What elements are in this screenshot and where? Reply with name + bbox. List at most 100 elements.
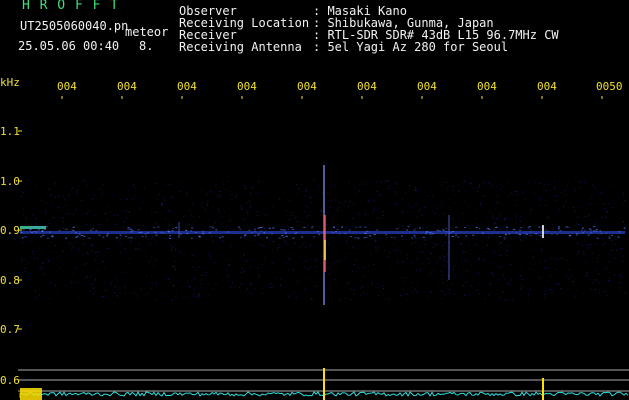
- noise-speck: [326, 192, 328, 194]
- noise-speck: [452, 266, 454, 268]
- noise-speck: [508, 194, 510, 196]
- noise-speck: [345, 226, 347, 228]
- noise-speck: [467, 224, 469, 226]
- noise-speck: [177, 185, 179, 187]
- noise-speck: [35, 184, 37, 186]
- noise-speck: [368, 199, 369, 201]
- noise-speck: [25, 218, 27, 220]
- mode-label: meteor: [125, 25, 169, 39]
- noise-speck: [285, 263, 287, 265]
- noise-speck: [464, 294, 466, 296]
- noise-speck: [299, 246, 301, 248]
- noise-speck: [120, 198, 122, 200]
- noise-speck: [365, 213, 367, 215]
- carrier-speck: [569, 235, 572, 237]
- noise-speck: [56, 278, 58, 280]
- noise-speck: [462, 251, 464, 253]
- noise-speck: [489, 262, 491, 264]
- carrier-speck: [239, 228, 242, 230]
- carrier-speck: [137, 229, 140, 231]
- carrier-speck: [29, 228, 32, 230]
- noise-speck: [304, 195, 306, 197]
- noise-speck: [396, 240, 398, 242]
- noise-speck: [395, 191, 396, 193]
- noise-speck: [34, 257, 36, 259]
- carrier-speck: [565, 226, 568, 228]
- noise-speck: [550, 289, 551, 290]
- noise-speck: [303, 243, 305, 245]
- noise-speck: [41, 253, 42, 255]
- noise-speck: [247, 226, 249, 228]
- noise-speck: [416, 258, 418, 260]
- noise-speck: [441, 204, 442, 206]
- noise-speck: [498, 215, 500, 217]
- noise-speck: [403, 280, 404, 282]
- noise-speck: [357, 266, 359, 268]
- noise-speck: [85, 263, 87, 265]
- noise-speck: [201, 207, 203, 208]
- noise-speck: [245, 290, 247, 292]
- noise-speck: [198, 296, 200, 298]
- carrier-speck: [180, 233, 182, 235]
- noise-speck: [608, 202, 610, 204]
- noise-speck: [398, 251, 400, 253]
- noise-speck: [175, 266, 176, 268]
- noise-speck: [160, 203, 162, 205]
- noise-speck: [611, 239, 613, 241]
- noise-speck: [142, 224, 144, 226]
- carrier-speck: [271, 233, 274, 235]
- carrier-speck: [132, 230, 135, 232]
- noise-speck: [22, 192, 24, 194]
- noise-speck: [215, 283, 217, 284]
- noise-speck: [155, 237, 157, 239]
- noise-speck: [171, 249, 172, 251]
- noise-speck: [48, 260, 49, 262]
- carrier-speck: [413, 229, 416, 231]
- carrier-speck: [294, 233, 297, 235]
- noise-speck: [227, 281, 229, 283]
- carrier-speck: [341, 226, 343, 228]
- noise-speck: [622, 192, 624, 193]
- noise-speck: [401, 239, 403, 241]
- noise-speck: [545, 259, 547, 261]
- noise-speck: [382, 211, 384, 213]
- noise-speck: [186, 193, 188, 195]
- noise-speck: [249, 220, 251, 222]
- noise-speck: [496, 241, 498, 243]
- carrier-speck: [357, 237, 360, 239]
- carrier-speck: [557, 228, 560, 230]
- noise-speck: [93, 288, 95, 290]
- carrier-speck: [221, 236, 224, 238]
- noise-speck: [167, 279, 169, 280]
- noise-speck: [448, 207, 450, 209]
- noise-speck: [608, 280, 610, 282]
- noise-speck: [533, 192, 535, 194]
- carrier-speck: [157, 226, 160, 228]
- noise-speck: [310, 280, 312, 282]
- noise-speck: [54, 183, 56, 185]
- noise-speck: [135, 293, 137, 295]
- noise-speck: [578, 206, 580, 208]
- noise-speck: [545, 204, 547, 206]
- noise-speck: [555, 212, 557, 214]
- noise-speck: [377, 283, 379, 285]
- noise-speck: [541, 248, 543, 250]
- noise-speck: [35, 223, 37, 225]
- noise-speck: [25, 267, 26, 269]
- noise-speck: [31, 251, 33, 253]
- noise-speck: [520, 215, 521, 217]
- noise-speck: [221, 216, 223, 217]
- noise-speck: [291, 215, 293, 216]
- noise-speck: [132, 183, 134, 185]
- noise-speck: [50, 252, 52, 254]
- noise-speck: [479, 184, 481, 186]
- noise-speck: [265, 214, 267, 216]
- carrier-speck: [98, 234, 101, 236]
- noise-speck: [75, 201, 77, 203]
- noise-speck: [578, 224, 580, 225]
- carrier-speck: [595, 230, 598, 232]
- noise-speck: [375, 240, 377, 242]
- carrier-speck: [515, 232, 518, 234]
- noise-speck: [338, 299, 340, 301]
- noise-speck: [482, 228, 484, 230]
